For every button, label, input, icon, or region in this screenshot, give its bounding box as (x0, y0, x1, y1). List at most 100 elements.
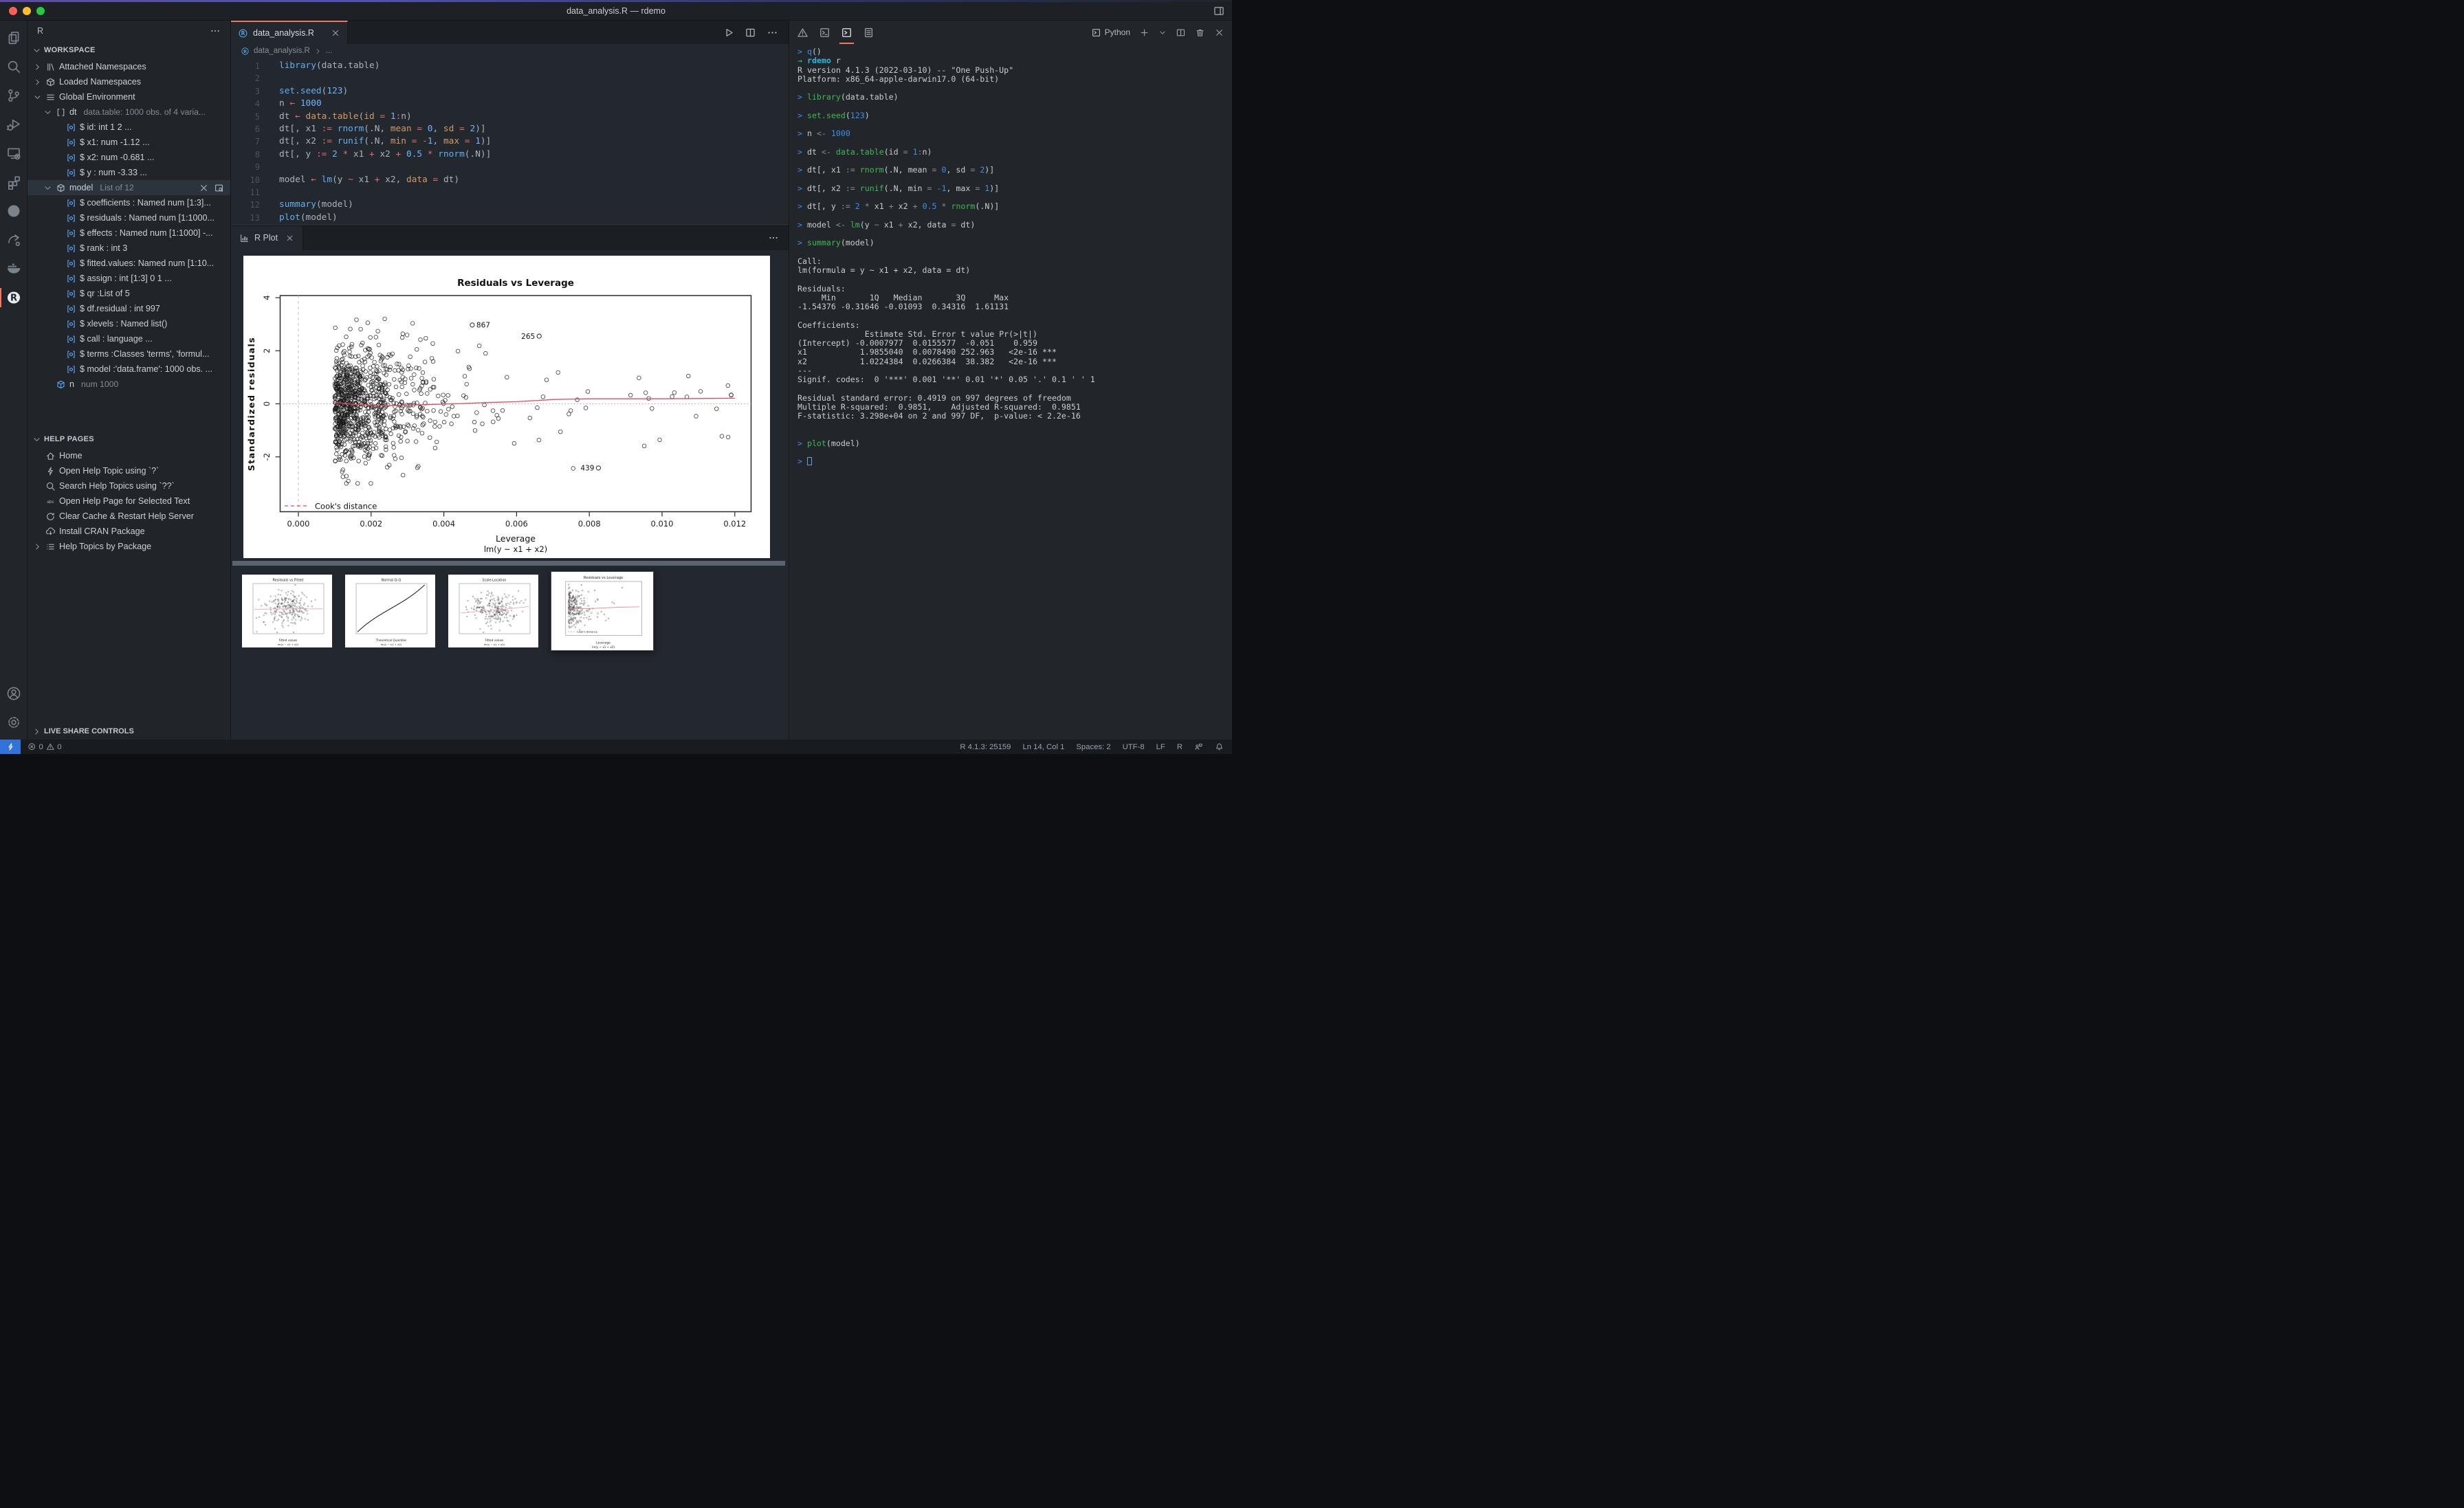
activity-item-settings[interactable] (0, 708, 28, 737)
activity-item-explorer[interactable] (0, 23, 28, 52)
more-actions-icon[interactable] (210, 25, 221, 36)
code-line-5[interactable]: 5 dt ← data.table(id = 1:n) (231, 111, 789, 123)
tree-item-loaded-namespaces[interactable]: Loaded Namespaces (28, 74, 230, 89)
plot-thumbnail-residuals-vs-fitted[interactable]: Residuals vs Fitted Fitted values lm(y ~ x… (242, 574, 332, 647)
tree-item-rank-int-3[interactable]: $ rank : int 3 (28, 241, 230, 256)
launch-profile-button[interactable]: Python (1091, 27, 1130, 38)
close-panel-button[interactable] (1214, 27, 1224, 38)
activity-item-account[interactable] (0, 679, 28, 708)
status-spaces-2[interactable]: Spaces: 2 (1076, 743, 1110, 751)
code-line-13[interactable]: 13 plot(model) (231, 212, 789, 224)
activity-item-run-debug[interactable] (0, 110, 28, 139)
code-line-3[interactable]: 3 set.seed(123) (231, 85, 789, 98)
tree-item-y-num-3-33[interactable]: $ y : num -3.33 ... (28, 165, 230, 180)
inspect-button[interactable] (214, 183, 224, 193)
close-tab-icon[interactable] (331, 28, 340, 38)
tree-item-open-help-page-for-selected-text[interactable]: abc Open Help Page for Selected Text (28, 494, 230, 509)
tree-item-terms-classes-terms-formul[interactable]: $ terms :Classes 'terms', 'formul... (28, 346, 230, 362)
tree-item-attached-namespaces[interactable]: Attached Namespaces (28, 59, 230, 74)
close-tab-icon[interactable] (285, 234, 294, 243)
code-line-6[interactable]: 6 dt[, x1 := rnorm(.N, mean = 0, sd = 2)] (231, 123, 789, 135)
split-terminal-button[interactable] (1176, 27, 1186, 38)
code-line-10[interactable]: 10 model ← lm(y ~ x1 + x2, data = dt) (231, 174, 789, 186)
status-lf[interactable]: LF (1156, 743, 1165, 751)
status-r[interactable]: R (1177, 743, 1182, 751)
breadcrumb[interactable]: R data_analysis.R ... (231, 44, 789, 58)
status-utf-8[interactable]: UTF-8 (1123, 743, 1145, 751)
activity-item-extensions[interactable] (0, 168, 28, 197)
tab-data-analysis-r[interactable]: R data_analysis.R (231, 21, 348, 44)
run-file-button[interactable] (723, 27, 734, 38)
tree-item-x1-num-1-12[interactable]: $ x1: num -1.12 ... (28, 135, 230, 150)
zoom-window-button[interactable] (36, 7, 45, 15)
feedback-icon[interactable] (1194, 742, 1203, 751)
chevron-down-icon[interactable] (1158, 27, 1167, 38)
new-terminal-button[interactable] (1139, 27, 1150, 38)
code-line-7[interactable]: 7 dt[, x2 := runif(.N, min = -1, max = 1)… (231, 135, 789, 148)
activity-item-live-share[interactable] (0, 225, 28, 254)
code-line-1[interactable]: 1 library(data.table) (231, 60, 789, 72)
code-line-8[interactable]: 8 dt[, y := 2 * x1 + x2 + 0.5 * rnorm(.N)… (231, 148, 789, 161)
code-line-11[interactable]: 11 (231, 186, 789, 199)
problems-icon[interactable] (797, 27, 808, 38)
code-line-4[interactable]: 4n ← 1000 (231, 98, 789, 110)
tree-item-model-data-frame-1000-obs[interactable]: $ model :'data.frame': 1000 obs. ... (28, 362, 230, 377)
tree-item-residuals-named-num-1-1000[interactable]: $ residuals : Named num [1:1000... (28, 210, 230, 225)
horizontal-scrollbar[interactable] (232, 560, 785, 566)
tree-item-search-help-topics-using[interactable]: Search Help Topics using `??` (28, 478, 230, 494)
close-window-button[interactable] (9, 7, 17, 15)
activity-item-remote-explorer[interactable] (0, 139, 28, 168)
tree-item-fitted-values-named-num-1-10[interactable]: $ fitted.values: Named num [1:10... (28, 256, 230, 271)
tree-item-coefficients-named-num-1-3[interactable]: $ coefficients : Named num [1:3]... (28, 195, 230, 210)
close-button[interactable] (199, 183, 209, 193)
breadcrumb-more[interactable]: ... (326, 47, 333, 55)
tree-item-model[interactable]: model List of 12 (28, 180, 230, 195)
kill-terminal-button[interactable] (1195, 27, 1205, 38)
problems-status[interactable]: 0 0 (28, 742, 62, 751)
code-line-9[interactable]: 9 (231, 161, 789, 173)
tree-item-dt[interactable]: dt data.table: 1000 obs. of 4 varia... (28, 104, 230, 120)
layout-toggle-icon[interactable] (1213, 5, 1225, 17)
workspace-section-header[interactable]: WORKSPACE (28, 41, 230, 59)
terminal-icon[interactable] (839, 27, 854, 44)
minimize-window-button[interactable] (23, 7, 31, 15)
tree-item-home[interactable]: Home (28, 448, 230, 463)
output-icon[interactable] (863, 27, 874, 38)
tree-item-qr-list-of-5[interactable]: $ qr :List of 5 (28, 286, 230, 301)
activity-item-docker[interactable] (0, 254, 28, 283)
tree-item-help-topics-by-package[interactable]: Help Topics by Package (28, 539, 230, 554)
tree-item-effects-named-num-1-1000[interactable]: $ effects : Named num [1:1000] -... (28, 225, 230, 241)
code-line-2[interactable]: 2 (231, 72, 789, 85)
tree-item-call-language[interactable]: $ call : language ... (28, 331, 230, 346)
r-plot-canvas[interactable]: Residuals vs Leverage 0.000 0.002 0.004 0.00… (243, 255, 770, 558)
tree-item-n[interactable]: n num 1000 (28, 377, 230, 392)
tree-item-clear-cache-restart-help-server[interactable]: Clear Cache & Restart Help Server (28, 509, 230, 524)
tree-item-df-residual-int-997[interactable]: $ df.residual : int 997 (28, 301, 230, 316)
tree-item-global-environment[interactable]: Global Environment (28, 89, 230, 104)
activity-item-source-control[interactable] (0, 81, 28, 110)
tab-r-plot[interactable]: R Plot (231, 225, 304, 250)
activity-item-github[interactable] (0, 197, 28, 225)
code-line-12[interactable]: 12 summary(model) (231, 199, 789, 211)
tree-item-install-cran-package[interactable]: Install CRAN Package (28, 524, 230, 539)
plot-thumbnail-scale-location[interactable]: Scale-Location Fitted values lm(y ~ x1 + x… (448, 574, 538, 647)
tree-item-id-int-1-2[interactable]: $ id: int 1 2 ... (28, 120, 230, 135)
tree-item-x2-num-0-681[interactable]: $ x2: num -0.681 ... (28, 150, 230, 165)
help-pages-section-header[interactable]: HELP PAGES (28, 430, 230, 448)
more-actions-icon[interactable] (767, 27, 778, 38)
code-editor[interactable]: 1 library(data.table) 2 3 set.seed(123) 4 n ←… (231, 58, 789, 225)
tree-item-assign-int-1-3-0-1[interactable]: $ assign : int [1:3] 0 1 ... (28, 271, 230, 286)
tree-item-open-help-topic-using[interactable]: Open Help Topic using `?` (28, 463, 230, 478)
bell-icon[interactable] (1215, 742, 1224, 751)
activity-item-search[interactable] (0, 52, 28, 81)
plot-thumbnail-residuals-vs-leverage[interactable]: Residuals vs Leverage Leverage lm(y ~ x1 +… (551, 571, 653, 650)
terminal-output[interactable]: > q() → rdemo rR version 4.1.3 (2022-03-1… (789, 44, 1232, 740)
live-share-controls-header[interactable]: LIVE SHARE CONTROLS (28, 723, 230, 740)
status-ln-14-col-1[interactable]: Ln 14, Col 1 (1022, 743, 1064, 751)
status-r-4-1-3-25159[interactable]: R 4.1.3: 25159 (960, 743, 1011, 751)
more-actions-icon[interactable] (768, 232, 779, 243)
split-editor-button[interactable] (745, 27, 756, 38)
tree-item-xlevels-named-list[interactable]: $ xlevels : Named list() (28, 316, 230, 331)
debug-console-icon[interactable] (819, 27, 830, 38)
plot-thumbnail-normal-q-q[interactable]: Normal Q-Q Theoretical Quantiles lm(y ~ x1… (345, 574, 435, 647)
